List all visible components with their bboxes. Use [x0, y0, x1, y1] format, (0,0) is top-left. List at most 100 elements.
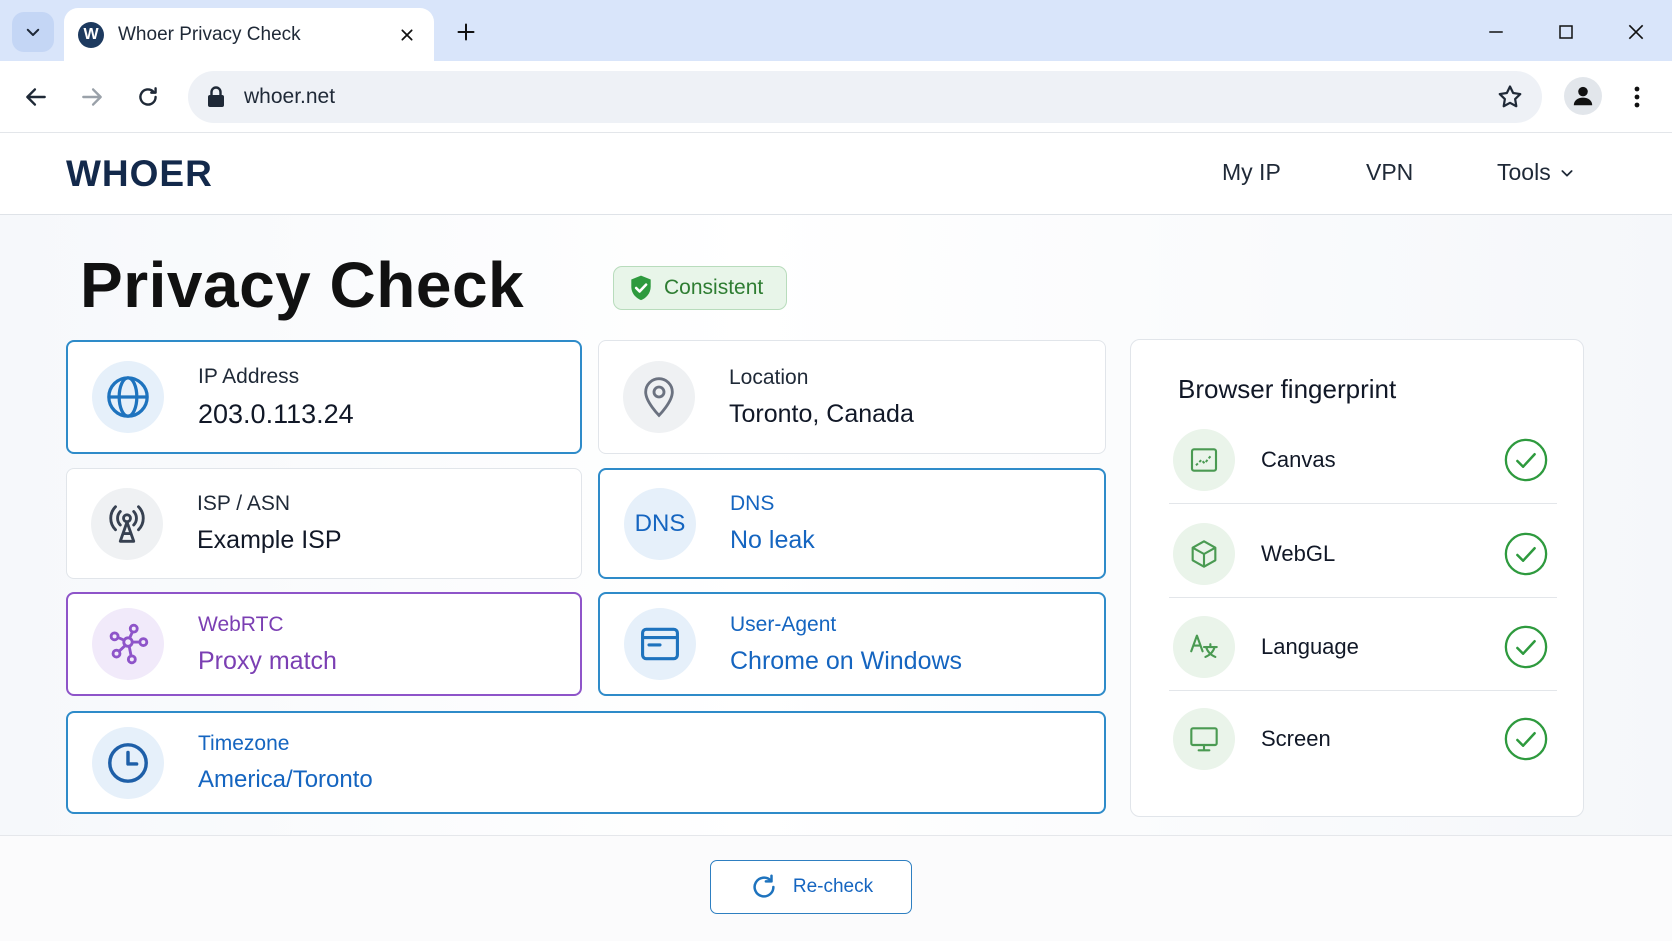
new-tab-button[interactable]: [450, 16, 482, 48]
forward-button[interactable]: [72, 77, 112, 117]
timezone-value: America/Toronto: [198, 765, 373, 793]
page-title: Privacy Check: [80, 249, 525, 321]
isp-value: Example ISP: [197, 526, 342, 554]
reload-button[interactable]: [128, 77, 168, 117]
bookmark-star-icon[interactable]: [1496, 83, 1524, 111]
dns-label: DNS: [730, 492, 775, 515]
isp-text: ISP / ASN Example ISP: [197, 492, 342, 555]
chevron-down-icon: [1561, 169, 1573, 177]
refresh-icon: [753, 874, 775, 898]
more-vertical-icon: [1634, 86, 1640, 108]
fingerprint-label: WebGL: [1261, 540, 1336, 566]
fingerprint-label: Language: [1261, 633, 1359, 659]
browser-menu-button[interactable]: [1622, 79, 1652, 115]
antenna-icon: [109, 504, 145, 543]
fingerprint-row-screen: Screen: [1169, 695, 1557, 783]
location-card: Location Toronto, Canada: [598, 340, 1106, 454]
dns-icon: DNS: [634, 509, 686, 537]
ip-text: IP Address 203.0.113.24: [198, 365, 354, 430]
network-nodes-icon: [109, 623, 149, 665]
webrtc-value: Proxy match: [198, 646, 337, 675]
webrtc-label: WebRTC: [198, 612, 284, 636]
canvas-icon-wrap: [1173, 428, 1235, 491]
person-icon: [1573, 86, 1593, 106]
profile-button[interactable]: [1564, 77, 1602, 115]
url-text: whoer.net: [244, 85, 336, 108]
user-agent-label: User-Agent: [730, 612, 837, 636]
recheck-label: Re-check: [792, 876, 874, 897]
nav-vpn[interactable]: VPN: [1366, 159, 1413, 186]
clock-icon: [108, 742, 148, 783]
tab-search-button[interactable]: [12, 12, 54, 52]
isp-card: ISP / ASN Example ISP: [66, 468, 582, 579]
shield-check-icon: [631, 275, 651, 301]
location-icon-wrap: [623, 361, 695, 433]
user-agent-card: User-Agent Chrome on Windows: [598, 592, 1106, 696]
main-content: Privacy Check Consistent IP Address 203.…: [0, 215, 1672, 835]
arrow-right-icon: [82, 88, 102, 106]
map-pin-icon: [644, 377, 674, 418]
status-badge-label: Consistent: [664, 276, 764, 299]
browser-tab-strip: W Whoer Privacy Check: [0, 0, 1672, 61]
location-label: Location: [729, 365, 809, 389]
maximize-icon: [1559, 25, 1573, 39]
globe-icon: [107, 376, 149, 418]
nav-my-ip[interactable]: My IP: [1222, 159, 1281, 186]
favicon-icon: W: [78, 21, 104, 48]
timezone-label: Timezone: [198, 731, 290, 755]
dns-icon-wrap: DNS: [624, 487, 696, 560]
reload-icon: [139, 87, 157, 106]
monitor-icon: [1190, 727, 1218, 752]
fingerprint-label: Canvas: [1261, 446, 1336, 472]
browser-window-icon: [641, 627, 679, 661]
recheck-button[interactable]: Re-check: [710, 860, 912, 914]
isp-icon-wrap: [91, 487, 163, 560]
minimize-icon: [1489, 31, 1503, 33]
fingerprint-title: Browser fingerprint: [1178, 374, 1397, 404]
dns-value: No leak: [730, 526, 815, 554]
plus-icon: [457, 23, 475, 41]
fingerprint-row-canvas: Canvas: [1169, 416, 1557, 504]
fingerprint-row-webgl: WebGL: [1169, 510, 1557, 598]
browser-toolbar: whoer.net: [0, 61, 1672, 133]
user-agent-icon-wrap: [624, 608, 696, 680]
webrtc-text: WebRTC Proxy match: [198, 613, 337, 676]
webgl-icon-wrap: [1173, 522, 1235, 585]
timezone-card: Timezone America/Toronto: [66, 711, 1106, 814]
browser-fingerprint-panel: Browser fingerprint Canvas WebGL Languag…: [1130, 339, 1584, 817]
chevron-down-icon: [26, 28, 40, 36]
minimize-button[interactable]: [1478, 14, 1514, 50]
fingerprint-label: Screen: [1261, 726, 1331, 751]
back-button[interactable]: [16, 77, 56, 117]
close-icon: [1628, 24, 1644, 40]
address-bar[interactable]: whoer.net: [188, 71, 1542, 123]
isp-label: ISP / ASN: [197, 492, 290, 515]
check-circle-icon: [1504, 532, 1548, 575]
timezone-text: Timezone America/Toronto: [198, 732, 373, 794]
language-icon-wrap: [1173, 615, 1235, 678]
location-value: Toronto, Canada: [729, 399, 914, 428]
lock-icon: [208, 86, 224, 107]
check-circle-icon: [1504, 438, 1548, 481]
webrtc-icon-wrap: [92, 608, 164, 680]
window-close-button[interactable]: [1618, 14, 1654, 50]
timezone-icon-wrap: [92, 726, 164, 799]
ip-value: 203.0.113.24: [198, 398, 354, 429]
nav-tools-label: Tools: [1497, 159, 1551, 185]
maximize-button[interactable]: [1548, 14, 1584, 50]
close-icon: [401, 28, 413, 41]
translate-icon: [1190, 634, 1218, 658]
action-footer: Re-check: [0, 835, 1672, 941]
user-agent-value: Chrome on Windows: [730, 646, 963, 675]
ip-address-card: IP Address 203.0.113.24: [66, 340, 582, 454]
canvas-icon: [1190, 447, 1218, 472]
location-text: Location Toronto, Canada: [729, 366, 914, 429]
tab-close-button[interactable]: [394, 22, 420, 48]
check-circle-icon: [1504, 625, 1548, 668]
nav-tools[interactable]: Tools: [1497, 159, 1575, 186]
site-logo[interactable]: WHOER: [66, 153, 213, 195]
check-circle-icon: [1504, 717, 1548, 761]
dns-card: DNS DNS No leak: [598, 468, 1106, 579]
browser-tab[interactable]: W Whoer Privacy Check: [64, 8, 434, 61]
cube-icon: [1191, 539, 1217, 568]
